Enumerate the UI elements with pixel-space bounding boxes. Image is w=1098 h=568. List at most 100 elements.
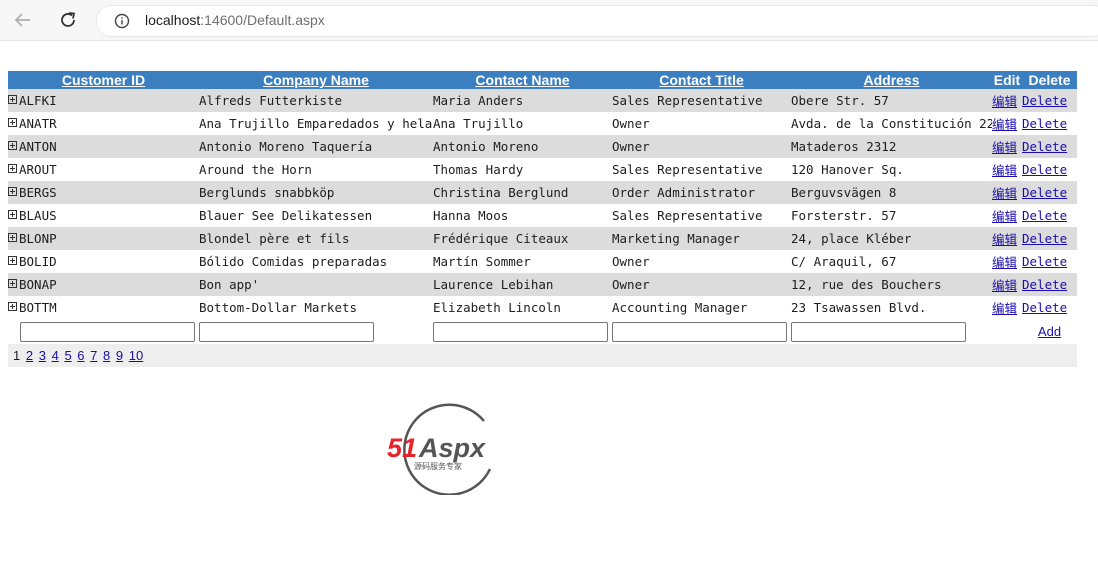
customer-id-cell: BLAUS	[8, 204, 199, 227]
contact-name-cell: Laurence Lebihan	[433, 273, 612, 296]
delete-link[interactable]: Delete	[1022, 277, 1067, 292]
address-bar[interactable]: localhost:14600/Default.aspx	[96, 5, 1098, 37]
new-contact-name-input[interactable]	[433, 321, 608, 342]
sort-contact-name-link[interactable]: Contact Name	[475, 72, 569, 88]
pager-current-page: 1	[13, 348, 21, 363]
info-icon[interactable]	[114, 13, 130, 29]
company-name-cell: Bottom-Dollar Markets	[199, 296, 433, 319]
sort-company-name-link[interactable]: Company Name	[263, 72, 369, 88]
address-cell: Forsterstr. 57	[791, 204, 992, 227]
pager-page-link[interactable]: 5	[64, 348, 71, 363]
delete-cell: Delete	[1022, 89, 1077, 112]
edit-link[interactable]: 编辑	[992, 117, 1017, 132]
edit-link[interactable]: 编辑	[992, 186, 1017, 201]
url-text[interactable]: localhost:14600/Default.aspx	[145, 12, 325, 28]
header-contact-title[interactable]: Contact Title	[612, 71, 791, 89]
logo-51-text: 51	[387, 433, 417, 463]
edit-link[interactable]: 编辑	[992, 140, 1017, 155]
customer-id: BONAP	[19, 277, 57, 292]
address-cell: Mataderos 2312	[791, 135, 992, 158]
pager-page-link[interactable]: 10	[129, 348, 143, 363]
company-name-cell: Blauer See Delikatessen	[199, 204, 433, 227]
pager-page-link[interactable]: 7	[90, 348, 97, 363]
pager-page-link[interactable]: 6	[77, 348, 84, 363]
header-customer-id[interactable]: Customer ID	[8, 71, 199, 89]
delete-link[interactable]: Delete	[1022, 185, 1067, 200]
customer-id-cell: ANATR	[8, 112, 199, 135]
edit-link[interactable]: 编辑	[992, 278, 1017, 293]
delete-cell: Delete	[1022, 296, 1077, 319]
logo-tagline: 源码服务专家	[414, 461, 462, 471]
contact-title-cell: Accounting Manager	[612, 296, 791, 319]
edit-link[interactable]: 编辑	[992, 94, 1017, 109]
new-company-name-input[interactable]	[199, 321, 374, 342]
table-row: BONAP Bon app' Laurence Lebihan Owner 12…	[8, 273, 1077, 296]
delete-link[interactable]: Delete	[1022, 93, 1067, 108]
reload-button[interactable]	[56, 8, 80, 32]
expand-icon[interactable]	[8, 210, 17, 219]
contact-name-cell: Antonio Moreno	[433, 135, 612, 158]
header-address[interactable]: Address	[791, 71, 992, 89]
contact-name-cell: Martín Sommer	[433, 250, 612, 273]
expand-icon[interactable]	[8, 118, 17, 127]
expand-icon[interactable]	[8, 95, 17, 104]
sort-address-link[interactable]: Address	[863, 72, 919, 88]
expand-icon[interactable]	[8, 279, 17, 288]
edit-cell: 编辑	[992, 89, 1022, 112]
table-row: ANTON Antonio Moreno Taquería Antonio Mo…	[8, 135, 1077, 158]
header-company-name[interactable]: Company Name	[199, 71, 433, 89]
expand-icon[interactable]	[8, 302, 17, 311]
customer-id-cell: ANTON	[8, 135, 199, 158]
pager-page-link[interactable]: 2	[26, 348, 33, 363]
expand-icon[interactable]	[8, 187, 17, 196]
pager-page-link[interactable]: 8	[103, 348, 110, 363]
new-contact-title-input[interactable]	[612, 321, 787, 342]
expand-icon[interactable]	[8, 233, 17, 242]
edit-cell: 编辑	[992, 296, 1022, 319]
new-address-input[interactable]	[791, 321, 966, 342]
delete-link[interactable]: Delete	[1022, 254, 1067, 269]
contact-title-cell: Order Administrator	[612, 181, 791, 204]
delete-link[interactable]: Delete	[1022, 208, 1067, 223]
expand-icon[interactable]	[8, 164, 17, 173]
delete-link[interactable]: Delete	[1022, 139, 1067, 154]
edit-link[interactable]: 编辑	[992, 301, 1017, 316]
customer-id: BOTTM	[19, 300, 57, 315]
delete-link[interactable]: Delete	[1022, 231, 1067, 246]
address-cell: 12, rue des Bouchers	[791, 273, 992, 296]
address-cell: 24, place Kléber	[791, 227, 992, 250]
customer-id: BLAUS	[19, 208, 57, 223]
new-customer-id-input[interactable]	[20, 321, 195, 342]
add-link[interactable]: Add	[1038, 324, 1061, 339]
table-row: BLAUS Blauer See Delikatessen Hanna Moos…	[8, 204, 1077, 227]
edit-cell: 编辑	[992, 227, 1022, 250]
back-button[interactable]	[11, 8, 35, 32]
contact-name-cell: Elizabeth Lincoln	[433, 296, 612, 319]
edit-link[interactable]: 编辑	[992, 255, 1017, 270]
grid-header-row: Customer ID Company Name Contact Name Co…	[8, 71, 1077, 89]
insert-company-name-cell	[199, 319, 433, 344]
pager-page-link[interactable]: 9	[116, 348, 123, 363]
sort-customer-id-link[interactable]: Customer ID	[62, 72, 145, 88]
delete-cell: Delete	[1022, 181, 1077, 204]
pager-page-link[interactable]: 3	[39, 348, 46, 363]
edit-cell: 编辑	[992, 204, 1022, 227]
table-row: BERGS Berglunds snabbköp Christina Bergl…	[8, 181, 1077, 204]
delete-link[interactable]: Delete	[1022, 162, 1067, 177]
pager-page-link[interactable]: 4	[52, 348, 59, 363]
contact-name-cell: Thomas Hardy	[433, 158, 612, 181]
address-cell: C/ Araquil, 67	[791, 250, 992, 273]
edit-link[interactable]: 编辑	[992, 232, 1017, 247]
edit-link[interactable]: 编辑	[992, 163, 1017, 178]
edit-cell: 编辑	[992, 112, 1022, 135]
delete-link[interactable]: Delete	[1022, 300, 1067, 315]
contact-title-cell: Owner	[612, 112, 791, 135]
edit-link[interactable]: 编辑	[992, 209, 1017, 224]
expand-icon[interactable]	[8, 256, 17, 265]
header-contact-name[interactable]: Contact Name	[433, 71, 612, 89]
expand-icon[interactable]	[8, 141, 17, 150]
sort-contact-title-link[interactable]: Contact Title	[659, 72, 744, 88]
edit-cell: 编辑	[992, 273, 1022, 296]
address-cell: 23 Tsawassen Blvd.	[791, 296, 992, 319]
delete-link[interactable]: Delete	[1022, 116, 1067, 131]
